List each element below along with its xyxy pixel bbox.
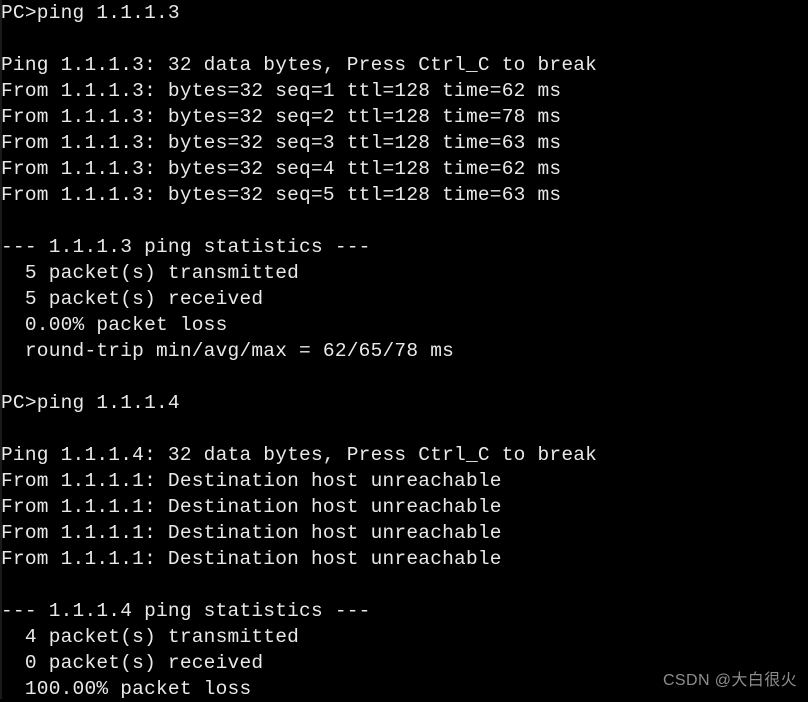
console-line-command-ping-1-1-1-3: PC>ping 1.1.1.3 — [1, 2, 180, 24]
console-line-unreachable-4: From 1.1.1.1: Destination host unreachab… — [1, 548, 502, 570]
console-line-ping-header-1-1-1-4: Ping 1.1.1.4: 32 data bytes, Press Ctrl_… — [1, 444, 598, 466]
console-line-packets-transmitted-1-1-1-3: 5 packet(s) transmitted — [1, 262, 300, 284]
console-line-reply-seq-1: From 1.1.1.3: bytes=32 seq=1 ttl=128 tim… — [1, 80, 562, 102]
console-line-statistics-title-1-1-1-3: --- 1.1.1.3 ping statistics --- — [1, 236, 371, 258]
terminal-window[interactable]: PC>ping 1.1.1.3 Ping 1.1.1.3: 32 data byt… — [0, 0, 808, 702]
console-line-reply-seq-4: From 1.1.1.3: bytes=32 seq=4 ttl=128 tim… — [1, 158, 562, 180]
console-line-unreachable-1: From 1.1.1.1: Destination host unreachab… — [1, 470, 502, 492]
console-line-command-ping-1-1-1-4: PC>ping 1.1.1.4 — [1, 392, 180, 414]
console-line-unreachable-3: From 1.1.1.1: Destination host unreachab… — [1, 522, 502, 544]
console-line-unreachable-2: From 1.1.1.1: Destination host unreachab… — [1, 496, 502, 518]
console-line-packets-received-1-1-1-3: 5 packet(s) received — [1, 288, 264, 310]
console-line-statistics-title-1-1-1-4: --- 1.1.1.4 ping statistics --- — [1, 600, 371, 622]
console-output[interactable]: PC>ping 1.1.1.3 Ping 1.1.1.3: 32 data byt… — [1, 0, 801, 702]
console-line-ping-header-1-1-1-3: Ping 1.1.1.3: 32 data bytes, Press Ctrl_… — [1, 54, 598, 76]
console-line-packets-transmitted-1-1-1-4: 4 packet(s) transmitted — [1, 626, 300, 648]
console-line-reply-seq-3: From 1.1.1.3: bytes=32 seq=3 ttl=128 tim… — [1, 132, 562, 154]
watermark: CSDN @大白很火 — [662, 672, 797, 689]
console-line-round-trip-1-1-1-3: round-trip min/avg/max = 62/65/78 ms — [1, 340, 455, 362]
console-line-reply-seq-5: From 1.1.1.3: bytes=32 seq=5 ttl=128 tim… — [1, 184, 562, 206]
console-line-reply-seq-2: From 1.1.1.3: bytes=32 seq=2 ttl=128 tim… — [1, 106, 562, 128]
console-line-packet-loss-1-1-1-3: 0.00% packet loss — [1, 314, 228, 336]
